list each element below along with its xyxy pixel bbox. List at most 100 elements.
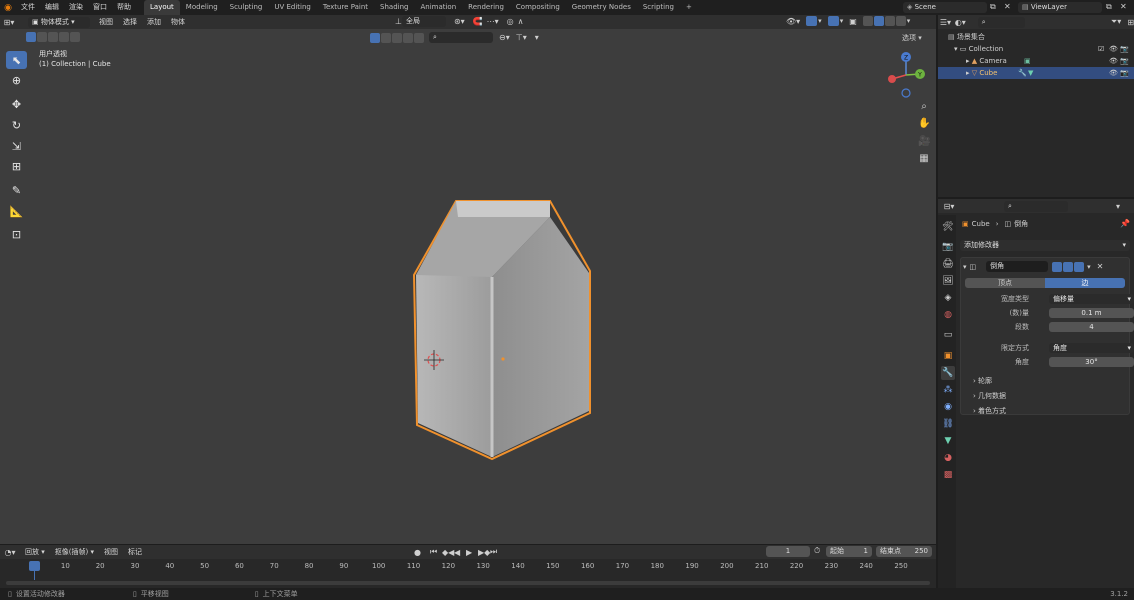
viewport-menu-view[interactable]: 视图 [94, 15, 118, 30]
menu-file[interactable]: 文件 [16, 0, 40, 15]
tab-animation[interactable]: Animation [414, 0, 462, 15]
view-layer-copy-icon[interactable]: ⧉ [1106, 2, 1116, 13]
tab-modifiers[interactable]: 🔧 [941, 366, 955, 380]
transform-orientation-dropdown[interactable]: 全局 [401, 16, 446, 27]
outliner-collection-row[interactable]: ▾ ▭ Collection ☑ 👁 📷 [938, 43, 1134, 55]
tool-move[interactable]: ✥ [6, 95, 27, 113]
add-workspace-button[interactable]: + [680, 0, 698, 15]
collection-camera-icon[interactable]: 📷 [1120, 43, 1129, 55]
tab-output[interactable]: 🖨 [941, 257, 955, 271]
pivot-icon[interactable]: ⊛▾ [454, 17, 465, 26]
collection-expand-icon[interactable]: ▾ [954, 45, 958, 53]
select-intersect-button[interactable] [70, 32, 80, 42]
xray-icon[interactable]: ▣ [849, 17, 857, 26]
view-layer-remove-icon[interactable]: ✕ [1120, 2, 1130, 13]
cube-mesh-icon[interactable]: ▼ [1028, 67, 1033, 79]
modifier-render-toggle[interactable] [1074, 261, 1085, 272]
filter-mesh-button[interactable] [370, 32, 380, 43]
snap-icon[interactable]: 🧲 [473, 17, 483, 26]
collection-checkbox-icon[interactable]: ☑ [1098, 43, 1104, 55]
tab-texture-paint[interactable]: Texture Paint [317, 0, 374, 15]
subpanel-geometry[interactable]: › 几何数据 [973, 391, 1006, 401]
tab-scripting[interactable]: Scripting [637, 0, 680, 15]
select-subtract-button[interactable] [48, 32, 58, 42]
shading-rendered[interactable] [895, 16, 906, 26]
object-mode-dropdown[interactable]: ▣ 物体模式 ▾ [28, 16, 90, 28]
viewport-menu-select[interactable]: 选择 [118, 15, 142, 30]
select-extend-button[interactable] [37, 32, 47, 42]
gizmo-neg-z-axis[interactable] [901, 88, 911, 98]
pin-icon[interactable]: 📌 [1120, 219, 1130, 228]
timeline-ruler[interactable]: 1102030405060708090100110120130140150160… [0, 545, 936, 573]
tab-world[interactable]: ◍ [941, 308, 955, 322]
affect-edges-tab[interactable]: 边 [1045, 278, 1125, 288]
tab-object[interactable]: ▣ [941, 349, 955, 363]
properties-options-icon[interactable]: ▾ [1116, 202, 1120, 211]
outliner-display-icon[interactable]: ◐▾ [953, 18, 968, 27]
tab-shading[interactable]: Shading [374, 0, 414, 15]
select-new-button[interactable] [26, 32, 36, 42]
cube-render-icon[interactable]: 📷 [1120, 67, 1129, 79]
options-dropdown[interactable]: 选项 ▾ [902, 33, 922, 43]
overlay-toggle[interactable] [827, 16, 839, 26]
tab-rendering[interactable]: Rendering [462, 0, 510, 15]
pan-hand-icon[interactable]: ✋ [918, 118, 930, 130]
gizmo-toggle[interactable] [806, 16, 818, 26]
scene-copy-icon[interactable]: ⧉ [990, 2, 1000, 13]
outliner-search-input[interactable]: ⌕ [977, 16, 1025, 28]
menu-edit[interactable]: 编辑 [40, 0, 64, 15]
filter-empty-button[interactable] [403, 32, 413, 43]
outliner-camera-row[interactable]: ▸ ▲ Camera ▣ 👁 📷 [938, 55, 1134, 67]
navigation-gizmo[interactable]: Z Y [884, 51, 928, 99]
modifier-menu-icon[interactable]: ▾ [1087, 263, 1091, 271]
tab-view-layer[interactable]: 🖼 [941, 274, 955, 288]
overlay-dropdown-icon[interactable]: ▾ [840, 17, 844, 25]
properties-editor-icon[interactable]: ⊟▾ [938, 202, 960, 211]
cube-eye-icon[interactable]: 👁 [1109, 67, 1118, 79]
select-invert-button[interactable] [59, 32, 69, 42]
filter-light-button[interactable] [381, 32, 391, 43]
camera-view-icon[interactable]: 🎥 [918, 136, 930, 148]
scene-selector[interactable]: ◈ Scene [903, 2, 987, 13]
tab-texture[interactable]: ▩ [941, 468, 955, 482]
viewport-3d[interactable]: ⊞▾ ▣ 物体模式 ▾ 视图 选择 添加 物体 ⊥ 全局 ⊛▾ 🧲 ⋯▾ ◎ ∧… [0, 15, 936, 544]
tab-collection[interactable]: ▭ [941, 328, 955, 342]
gizmo-x-axis[interactable] [888, 75, 896, 83]
filter-other-button[interactable] [414, 32, 424, 43]
properties-search-input[interactable]: ⌕ [1004, 200, 1068, 212]
zoom-icon[interactable]: ⌕ [918, 101, 930, 113]
camera-render-icon[interactable]: 📷 [1120, 55, 1129, 67]
tab-physics[interactable]: ◉ [941, 400, 955, 414]
tool-annotate[interactable]: ✎ [6, 181, 27, 199]
filter-options-icon[interactable]: ⊤▾ [516, 33, 527, 42]
viewport-menu-object[interactable]: 物体 [166, 15, 190, 30]
outliner-scene-collection[interactable]: ▤ 场景集合 [938, 31, 1134, 43]
3d-cursor-icon[interactable] [424, 350, 444, 370]
camera-eye-icon[interactable]: 👁 [1109, 55, 1118, 67]
viewport-search-input[interactable]: ⌕ [429, 32, 493, 43]
filter-camera-button[interactable] [392, 32, 402, 43]
camera-data-icon[interactable]: ▣ [1024, 55, 1031, 67]
collection-eye-icon[interactable]: 👁 [1109, 43, 1118, 55]
modifier-editmode-toggle[interactable] [1052, 261, 1063, 272]
filter-extra-icon[interactable]: ▾ [535, 33, 539, 42]
shading-material[interactable] [884, 16, 895, 26]
scene-remove-icon[interactable]: ✕ [1004, 2, 1014, 13]
grid-perspective-icon[interactable]: ▦ [918, 153, 930, 165]
falloff-icon[interactable]: ∧ [518, 17, 524, 26]
subpanel-profile[interactable]: › 轮廓 [973, 376, 992, 386]
tab-sculpting[interactable]: Sculpting [224, 0, 269, 15]
new-collection-icon[interactable]: ⊞ [1127, 18, 1134, 27]
menu-help[interactable]: 帮助 [112, 0, 136, 15]
outliner-editor-icon[interactable]: ☰▾ [938, 18, 953, 27]
width-type-dropdown[interactable]: 偏移量 ▾ [1049, 294, 1134, 304]
shading-wireframe[interactable] [862, 16, 873, 26]
tab-compositing[interactable]: Compositing [510, 0, 566, 15]
tab-geometry-nodes[interactable]: Geometry Nodes [566, 0, 637, 15]
tab-material[interactable]: ◕ [941, 451, 955, 465]
cube-expand-icon[interactable]: ▸ [966, 69, 970, 77]
outliner-cube-row[interactable]: ▸ ▽ Cube 🔧 ▼ 👁 📷 [938, 67, 1134, 79]
snap-target-icon[interactable]: ⋯▾ [487, 17, 499, 26]
modifier-name-input[interactable]: 倒角 [986, 261, 1049, 272]
angle-field[interactable]: 30° [1049, 357, 1134, 367]
